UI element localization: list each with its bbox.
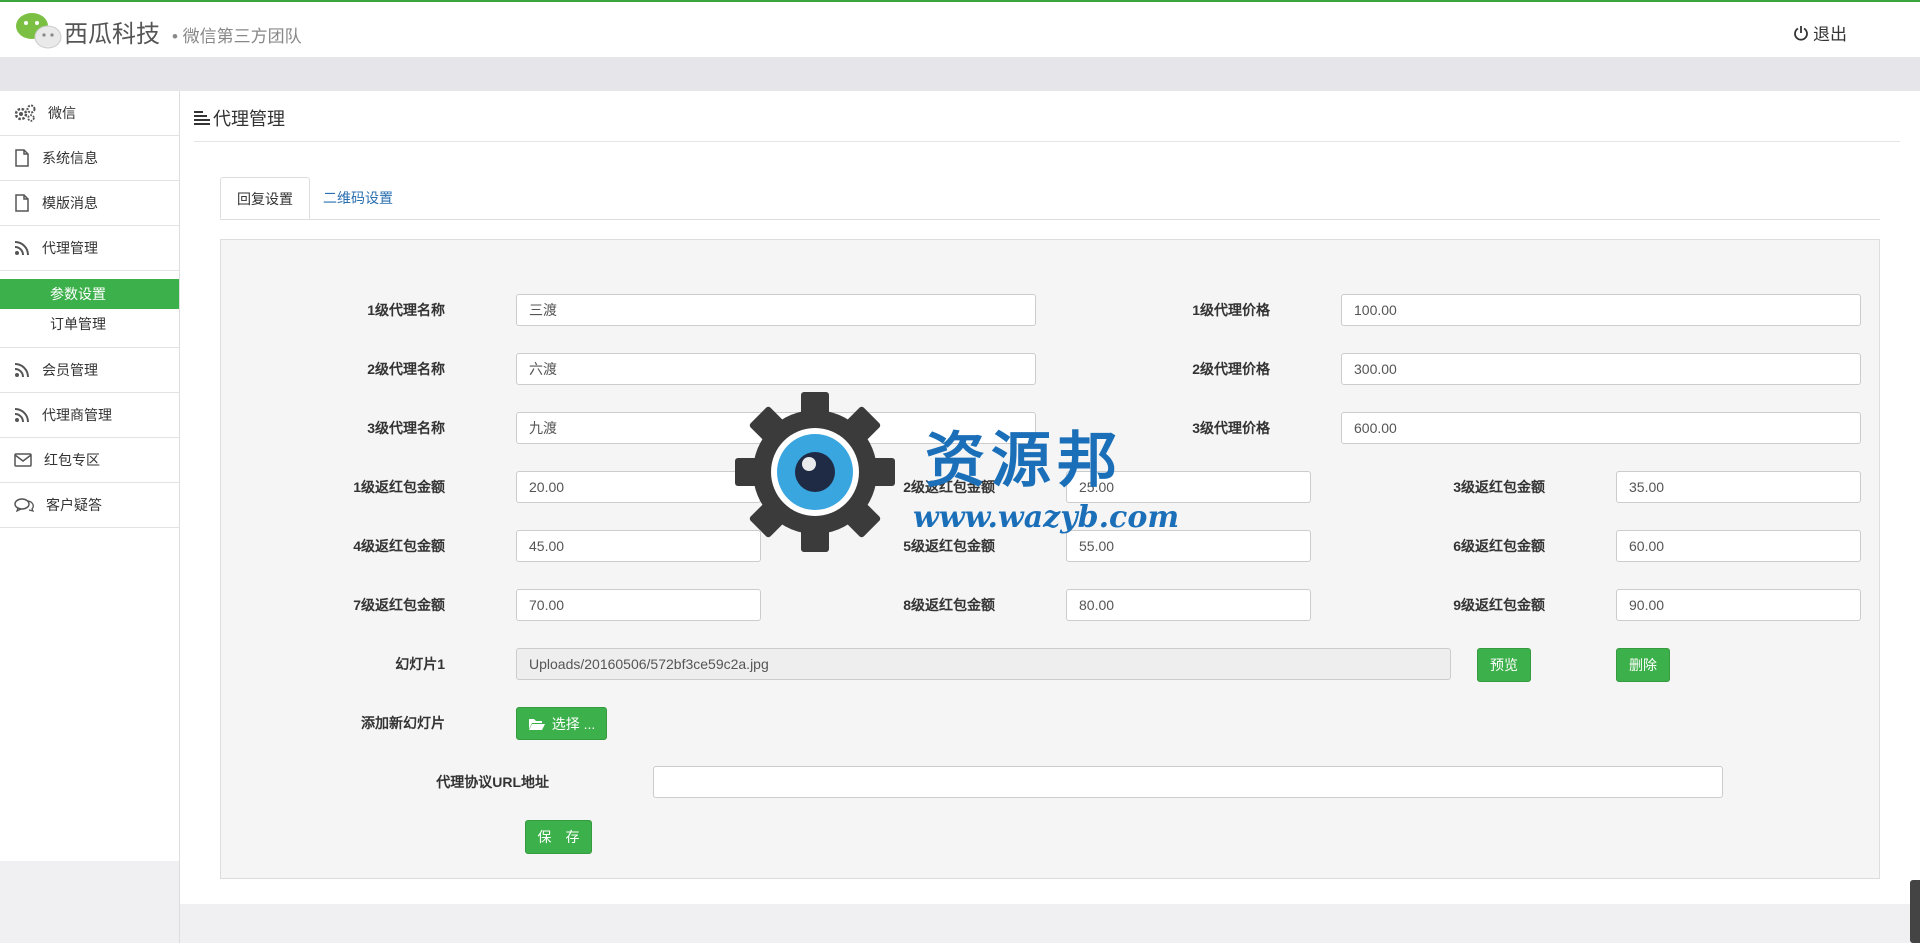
agent-name-1-input[interactable] bbox=[516, 294, 1036, 326]
sidebar: 微信 系统信息 模版消息 代理管理 参数设置 订单管理 会员管理 代理商管理 红… bbox=[0, 91, 180, 861]
title-divider bbox=[194, 141, 1900, 142]
rebate-3-label: 3级返红包金额 bbox=[1453, 479, 1545, 495]
agreement-url-label: 代理协议URL地址 bbox=[436, 774, 549, 790]
agent-name-3-label: 3级代理名称 bbox=[367, 420, 445, 436]
comments-icon bbox=[14, 498, 34, 513]
sidebar-subitem-order-management[interactable]: 订单管理 bbox=[0, 309, 179, 339]
tab-qrcode-settings[interactable]: 二维码设置 bbox=[307, 177, 409, 219]
agent-name-1-label: 1级代理名称 bbox=[367, 302, 445, 318]
agent-price-3-label: 3级代理价格 bbox=[1192, 420, 1270, 436]
list-icon bbox=[194, 111, 210, 125]
add-slide-label: 添加新幻灯片 bbox=[361, 715, 445, 731]
delete-button[interactable]: 删除 bbox=[1616, 648, 1670, 682]
sidebar-submenu: 参数设置 订单管理 bbox=[0, 271, 179, 348]
main-content: 代理管理 回复设置 二维码设置 1级代理名称 2级代理名称 3级代理名称 1级代… bbox=[180, 91, 1920, 904]
rss-icon bbox=[14, 363, 29, 378]
rebate-4-label: 4级返红包金额 bbox=[353, 538, 445, 554]
sidebar-item-customer-qa[interactable]: 客户疑答 bbox=[0, 483, 179, 528]
sidebar-item-label: 红包专区 bbox=[44, 452, 100, 468]
rebate-6-input[interactable] bbox=[1616, 530, 1861, 562]
rebate-4-input[interactable] bbox=[516, 530, 761, 562]
scrollbar-handle[interactable] bbox=[1910, 880, 1920, 943]
sidebar-item-agent-management[interactable]: 代理管理 bbox=[0, 226, 179, 271]
rebate-1-label: 1级返红包金额 bbox=[353, 479, 445, 495]
brand-subtitle: • 微信第三方团队 bbox=[172, 27, 302, 46]
tab-bar: 回复设置 二维码设置 bbox=[220, 177, 1880, 220]
gears-icon bbox=[14, 104, 36, 122]
sidebar-item-label: 模版消息 bbox=[42, 195, 98, 211]
envelope-icon bbox=[14, 453, 32, 467]
sidebar-item-red-packet[interactable]: 红包专区 bbox=[0, 438, 179, 483]
sidebar-item-dealer-management[interactable]: 代理商管理 bbox=[0, 393, 179, 438]
rss-icon bbox=[14, 241, 29, 256]
rss-icon bbox=[14, 408, 29, 423]
slide-1-label: 幻灯片1 bbox=[395, 656, 445, 672]
brand-name: 西瓜科技 bbox=[64, 21, 160, 48]
folder-open-icon bbox=[528, 718, 545, 730]
agent-name-2-label: 2级代理名称 bbox=[367, 361, 445, 377]
page-title: 代理管理 bbox=[194, 105, 285, 131]
sidebar-item-label: 代理商管理 bbox=[42, 407, 112, 423]
sidebar-item-template-message[interactable]: 模版消息 bbox=[0, 181, 179, 226]
agent-price-1-label: 1级代理价格 bbox=[1192, 302, 1270, 318]
agreement-url-input[interactable] bbox=[653, 766, 1723, 798]
page-title-text: 代理管理 bbox=[213, 109, 285, 129]
agent-price-1-input[interactable] bbox=[1341, 294, 1861, 326]
slide-1-path-input[interactable] bbox=[516, 648, 1451, 680]
power-icon bbox=[1794, 25, 1808, 41]
choose-file-button[interactable]: 选择 ... bbox=[516, 707, 607, 740]
logout-label: 退出 bbox=[1813, 25, 1847, 44]
rebate-2-label: 2级返红包金额 bbox=[903, 479, 995, 495]
sidebar-footer bbox=[0, 861, 180, 943]
sidebar-item-system-info[interactable]: 系统信息 bbox=[0, 136, 179, 181]
save-button[interactable]: 保 存 bbox=[525, 820, 592, 854]
file-icon bbox=[15, 149, 29, 167]
rebate-7-label: 7级返红包金额 bbox=[353, 597, 445, 613]
sidebar-item-label: 微信 bbox=[48, 105, 76, 121]
sidebar-item-label: 系统信息 bbox=[42, 150, 98, 166]
rebate-2-input[interactable] bbox=[1066, 471, 1311, 503]
rebate-1-input[interactable] bbox=[516, 471, 761, 503]
sidebar-item-member-management[interactable]: 会员管理 bbox=[0, 348, 179, 393]
agent-name-2-input[interactable] bbox=[516, 353, 1036, 385]
preview-button[interactable]: 预览 bbox=[1477, 648, 1531, 682]
top-bar: 西瓜科技 • 微信第三方团队 退出 bbox=[0, 0, 1920, 57]
rebate-7-input[interactable] bbox=[516, 589, 761, 621]
sidebar-item-label: 客户疑答 bbox=[46, 497, 102, 513]
rebate-8-label: 8级返红包金额 bbox=[903, 597, 995, 613]
rebate-6-label: 6级返红包金额 bbox=[1453, 538, 1545, 554]
rebate-3-input[interactable] bbox=[1616, 471, 1861, 503]
sidebar-item-label: 代理管理 bbox=[42, 240, 98, 256]
agent-name-3-input[interactable] bbox=[516, 412, 1036, 444]
file-icon bbox=[15, 194, 29, 212]
sidebar-item-label: 会员管理 bbox=[42, 362, 98, 378]
wechat-logo-icon bbox=[16, 13, 62, 49]
logout-button[interactable]: 退出 bbox=[1793, 20, 1847, 45]
sidebar-item-wechat[interactable]: 微信 bbox=[0, 91, 179, 136]
settings-form-panel: 1级代理名称 2级代理名称 3级代理名称 1级代理价格 2级代理价格 3级代理价… bbox=[220, 239, 1880, 879]
rebate-9-input[interactable] bbox=[1616, 589, 1861, 621]
rebate-5-label: 5级返红包金额 bbox=[903, 538, 995, 554]
agent-price-2-label: 2级代理价格 bbox=[1192, 361, 1270, 377]
rebate-9-label: 9级返红包金额 bbox=[1453, 597, 1545, 613]
agent-price-3-input[interactable] bbox=[1341, 412, 1861, 444]
agent-price-2-input[interactable] bbox=[1341, 353, 1861, 385]
rebate-5-input[interactable] bbox=[1066, 530, 1311, 562]
rebate-8-input[interactable] bbox=[1066, 589, 1311, 621]
tab-reply-settings[interactable]: 回复设置 bbox=[220, 177, 310, 219]
choose-file-label: 选择 ... bbox=[551, 715, 596, 732]
header-band bbox=[0, 57, 1920, 91]
sidebar-subitem-parameter-settings[interactable]: 参数设置 bbox=[0, 279, 179, 309]
